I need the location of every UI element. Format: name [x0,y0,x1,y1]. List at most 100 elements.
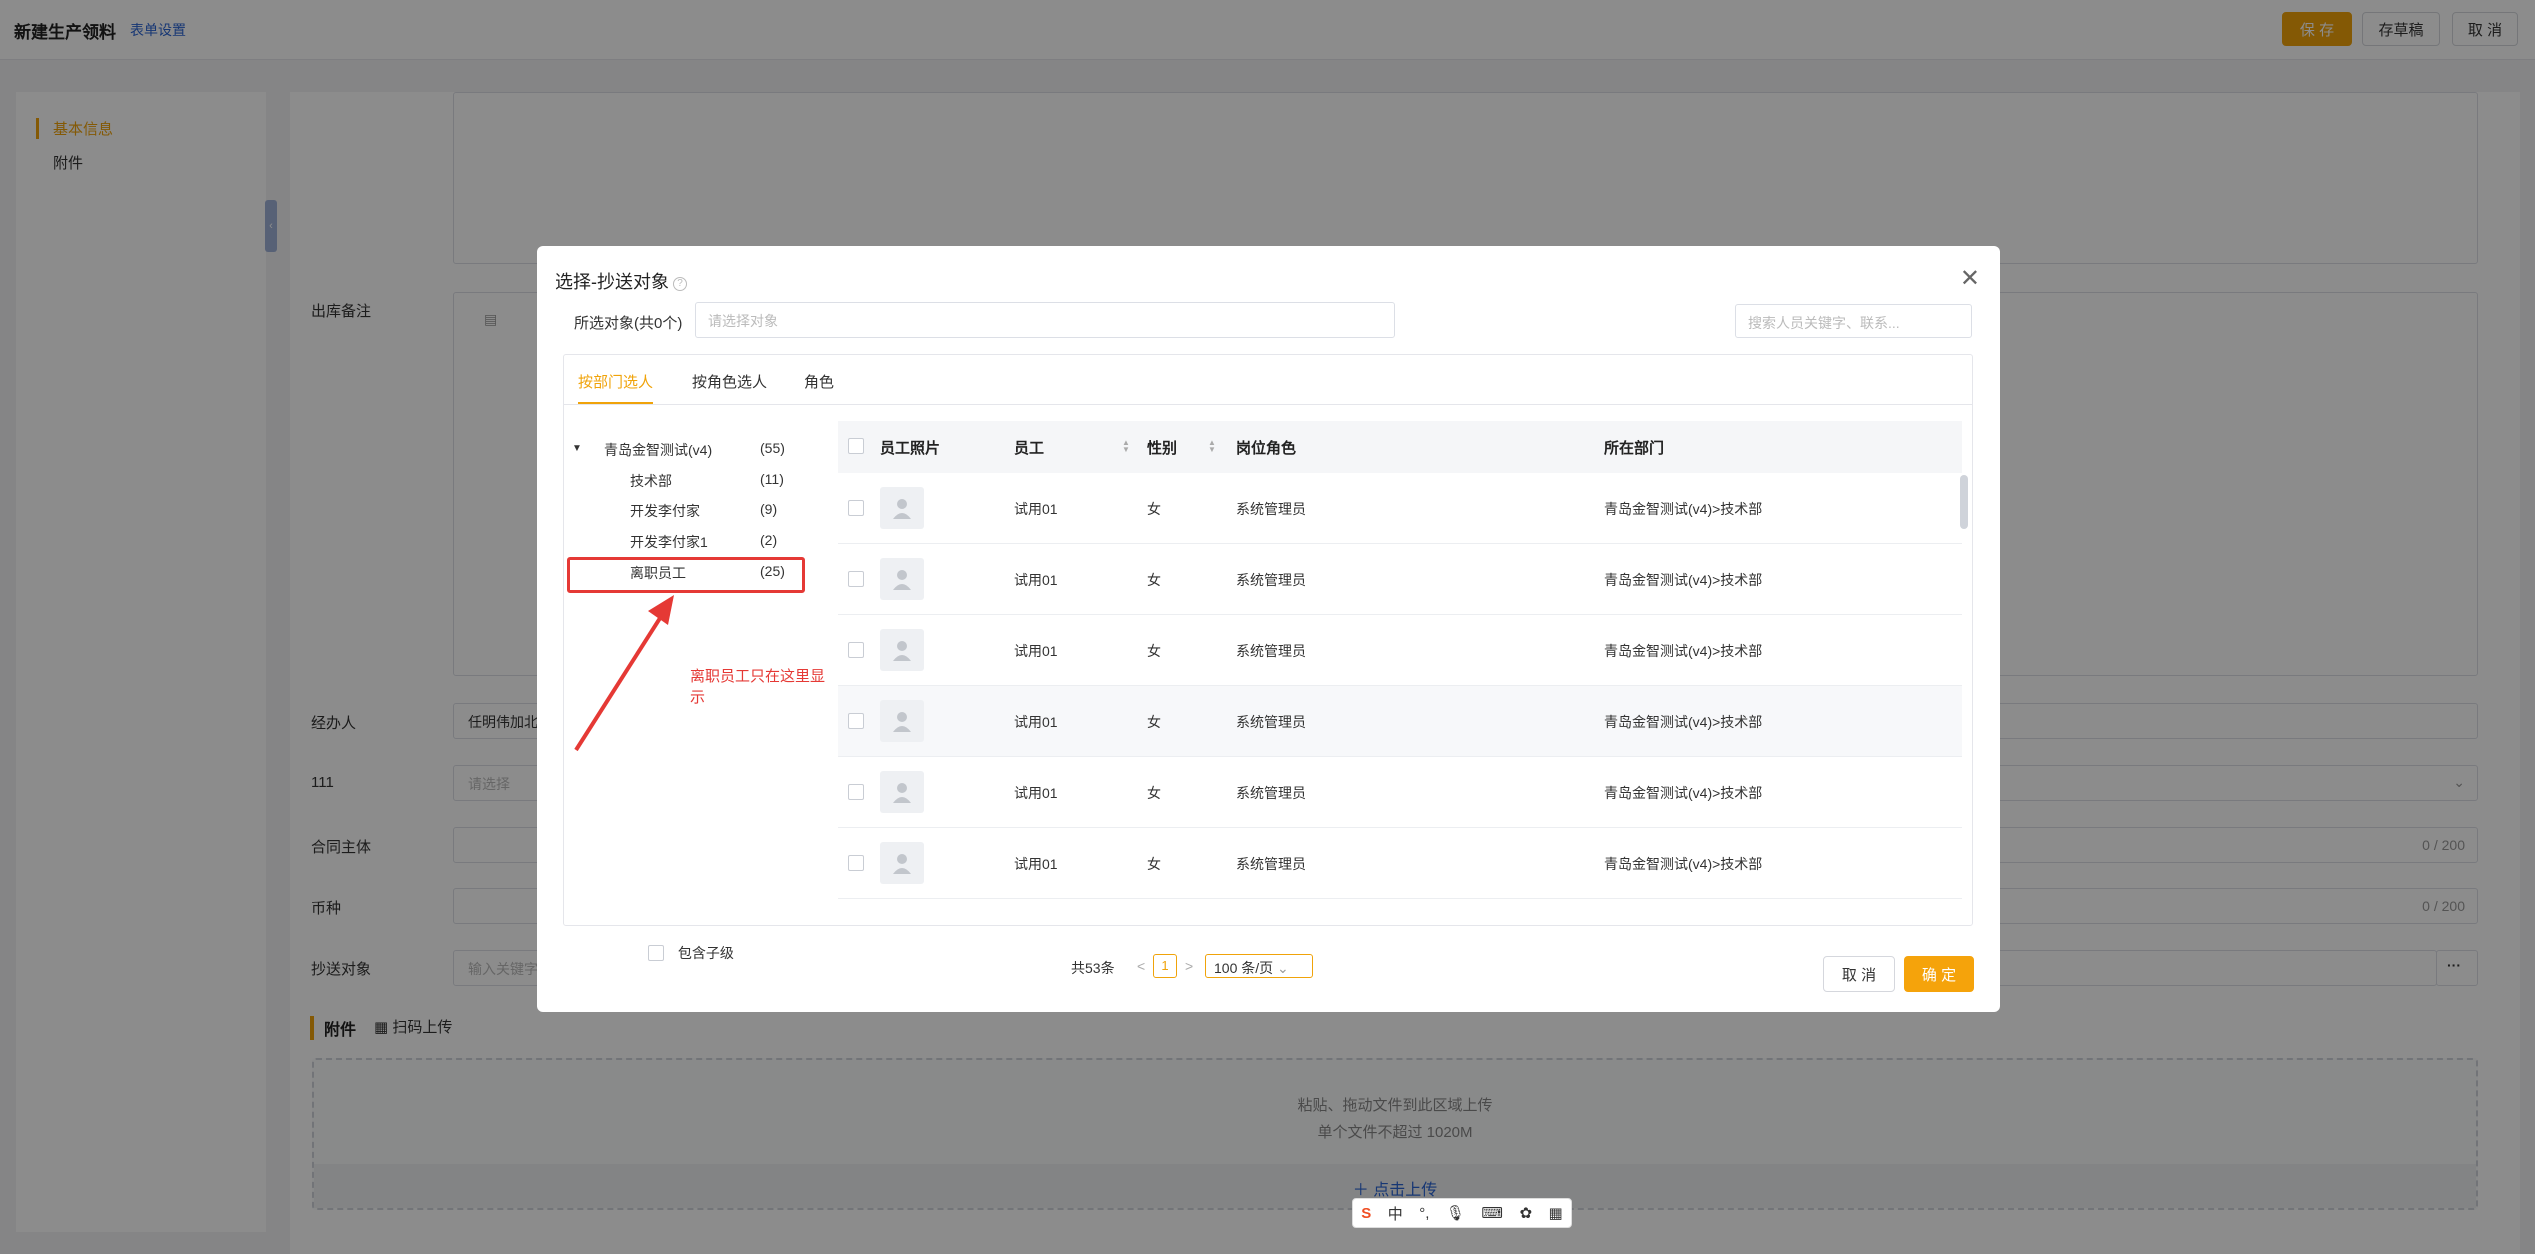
dialog-title-text: 选择-抄送对象 [555,272,669,292]
avatar [880,558,924,600]
total-count: 共53条 [1071,960,1115,976]
col-employee-label: 员工 [1014,440,1045,457]
user-icon [893,570,911,590]
table-row[interactable]: 试用01 女 系统管理员 青岛金智测试(v4)>技术部 [838,828,1962,899]
tree-count-dev-lfj: (9) [760,501,778,517]
prev-page-button[interactable]: < [1137,958,1145,974]
cell-department: 青岛金智测试(v4)>技术部 [1604,643,1763,659]
page-1-button[interactable]: 1 [1153,954,1177,978]
punctuation-icon[interactable]: °, [1419,1205,1429,1222]
table-header: 员工照片 员工 ▲ ▼ 性别 ▲ ▼ 岗位角色 所在部门 [838,421,1962,473]
col-gender-label: 性别 [1147,440,1178,457]
ime-toolbar: S 中 °, 🎙 ⌨ ✿ ▦ [1352,1198,1572,1228]
avatar [880,700,924,742]
table-row[interactable]: 试用01 女 系统管理员 青岛金智测试(v4)>技术部 [838,686,1962,757]
tree-node-root[interactable]: 青岛金智测试(v4) [604,440,712,460]
cell-department: 青岛金智测试(v4)>技术部 [1604,785,1763,801]
table-row[interactable]: 试用01 女 系统管理员 青岛金智测试(v4)>技术部 [838,615,1962,686]
tree-count-dev-lfj1: (2) [760,532,778,548]
cell-gender: 女 [1147,714,1161,730]
table-scrollbar[interactable] [1960,475,1968,529]
cell-role: 系统管理员 [1236,856,1306,872]
keyboard-icon[interactable]: ⌨ [1481,1204,1503,1222]
toolbox-icon[interactable]: ▦ [1549,1204,1563,1222]
avatar [880,842,924,884]
select-cc-dialog: 选择-抄送对象? ✕ 所选对象(共0个) 请选择对象 搜索人员关键字、联系...… [537,246,2000,1012]
row-checkbox[interactable] [848,642,864,658]
cell-department: 青岛金智测试(v4)>技术部 [1604,501,1763,517]
annotation-note: 离职员工只在这里显示 [690,668,826,706]
tree-count-root: (55) [760,440,785,456]
tab-by-role[interactable]: 按角色选人 [692,371,767,402]
row-checkbox[interactable] [848,571,864,587]
employee-table: 员工照片 员工 ▲ ▼ 性别 ▲ ▼ 岗位角色 所在部门 试用01 女 系统管理员 … [838,421,1962,901]
department-tree: ▼ 青岛金智测试(v4) (55) 技术部 (11) 开发李付家 (9) 开发李… [564,415,834,961]
cell-gender: 女 [1147,785,1161,801]
dialog-cancel-button[interactable]: 取 消 [1823,956,1895,992]
col-gender[interactable]: 性别 [1147,437,1177,458]
checkbox-icon[interactable] [648,945,664,961]
cell-department: 青岛金智测试(v4)>技术部 [1604,856,1763,872]
caret-down-icon[interactable]: ▼ [572,443,582,454]
cell-name: 试用01 [1014,714,1058,730]
row-checkbox[interactable] [848,784,864,800]
include-sub-checkbox[interactable]: 包含子级 [648,943,734,963]
cell-department: 青岛金智测试(v4)>技术部 [1604,572,1763,588]
page-size-select[interactable]: 100 条/页 ⌄ [1205,954,1313,978]
dialog-confirm-button[interactable]: 确 定 [1904,956,1974,992]
help-icon[interactable]: ? [673,277,687,291]
include-sub-label: 包含子级 [677,945,734,961]
col-department: 所在部门 [1604,440,1665,457]
row-checkbox[interactable] [848,855,864,871]
microphone-icon[interactable]: 🎙 [1446,1204,1465,1222]
user-icon [893,854,911,874]
cell-department: 青岛金智测试(v4)>技术部 [1604,714,1763,730]
table-row[interactable]: 试用01 女 系统管理员 青岛金智测试(v4)>技术部 [838,473,1962,544]
user-icon [893,783,911,803]
skin-icon[interactable]: ✿ [1519,1204,1532,1222]
tab-by-department[interactable]: 按部门选人 [578,371,654,404]
selector-panel: 按部门选人 按角色选人 角色 ▼ 青岛金智测试(v4) (55) 技术部 (11… [563,354,1973,961]
cell-role: 系统管理员 [1236,785,1306,801]
row-checkbox[interactable] [848,713,864,729]
col-role: 岗位角色 [1236,440,1297,457]
sort-icon[interactable]: ▲ ▼ [1208,439,1216,454]
cell-name: 试用01 [1014,856,1058,872]
row-checkbox[interactable] [848,500,864,516]
cell-name: 试用01 [1014,501,1058,517]
user-icon [893,712,911,732]
user-icon [893,641,911,661]
cell-role: 系统管理员 [1236,714,1306,730]
table-row[interactable]: 试用01 女 系统管理员 青岛金智测试(v4)>技术部 [838,757,1962,828]
search-input[interactable]: 搜索人员关键字、联系... [1735,304,1972,338]
tree-node-tech[interactable]: 技术部 [630,471,672,491]
cell-role: 系统管理员 [1236,643,1306,659]
cell-role: 系统管理员 [1236,572,1306,588]
page-size-label: 100 条/页 [1214,960,1274,976]
tab-bar: 按部门选人 按角色选人 角色 [564,355,1972,405]
cell-gender: 女 [1147,572,1161,588]
tree-node-dev-lfj[interactable]: 开发李付家 [630,501,700,521]
col-photo: 员工照片 [880,440,941,457]
selected-objects-input[interactable]: 请选择对象 [695,302,1395,338]
ime-logo-icon[interactable]: S [1361,1205,1371,1222]
avatar [880,487,924,529]
next-page-button[interactable]: > [1185,958,1193,974]
close-icon[interactable]: ✕ [1960,264,1980,293]
table-row[interactable]: 试用01 女 系统管理员 青岛金智测试(v4)>技术部 [838,544,1962,615]
select-all-checkbox[interactable] [848,438,864,454]
ime-mode-toggle[interactable]: 中 [1388,1203,1403,1224]
user-icon [893,499,911,519]
selected-count-label: 所选对象(共0个) [574,315,683,332]
avatar [880,771,924,813]
cell-name: 试用01 [1014,572,1058,588]
sort-icon[interactable]: ▲ ▼ [1122,439,1130,454]
annotation-arrow [574,595,674,752]
avatar [880,629,924,671]
tab-role[interactable]: 角色 [804,371,834,402]
cell-gender: 女 [1147,501,1161,517]
chevron-down-icon: ⌄ [1277,960,1289,976]
col-employee[interactable]: 员工 [1014,437,1044,458]
tree-node-dev-lfj1[interactable]: 开发李付家1 [630,532,708,552]
cell-name: 试用01 [1014,785,1058,801]
